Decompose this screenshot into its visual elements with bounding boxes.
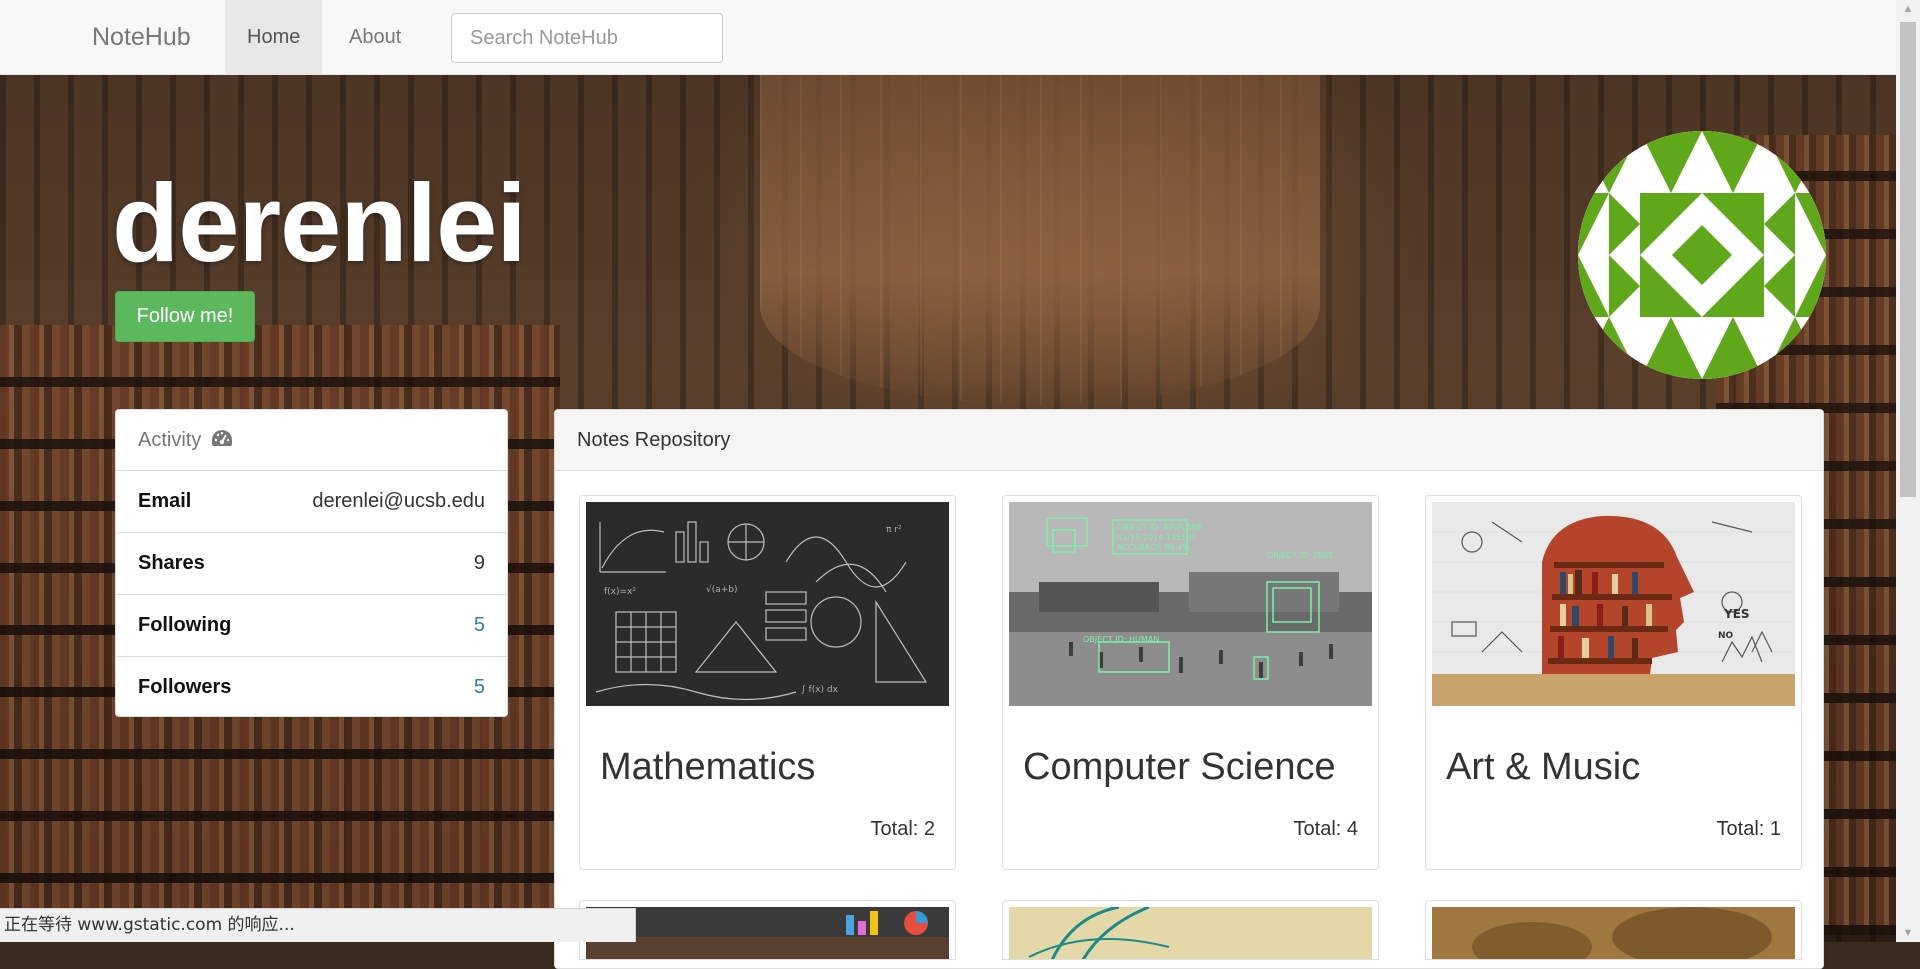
- dashboard-icon: [211, 411, 233, 471]
- activity-row-email: Email derenlei@ucsb.edu: [116, 471, 507, 533]
- bookshelf-head-image: YES NO: [1432, 502, 1795, 706]
- card-title-art-music: Art & Music: [1446, 746, 1641, 788]
- svg-text:01/15/2014 135107: 01/15/2014 135107: [1117, 533, 1196, 542]
- svg-text:OBJECT ID: HUMAN: OBJECT ID: HUMAN: [1083, 635, 1159, 644]
- svg-text:f(x)=x²: f(x)=x²: [604, 587, 636, 597]
- page-scrollbar[interactable]: ▲ ▼: [1896, 0, 1920, 942]
- note-card-art-music[interactable]: YES NO Art & Music Total: 1: [1425, 495, 1802, 870]
- svg-text:π r²: π r²: [886, 525, 902, 535]
- note-thumbnail-image: [586, 907, 949, 959]
- profile-username: derenlei: [112, 162, 527, 285]
- note-card-computer-science[interactable]: OBJECT ID: AIRPLANE 01/15/2014 135107 AC…: [1002, 495, 1379, 870]
- following-label: Following: [138, 614, 232, 636]
- svg-text:√(a+b): √(a+b): [706, 584, 738, 595]
- scroll-thumb[interactable]: [1900, 22, 1916, 497]
- card-total-mathematics: Total: 2: [870, 818, 935, 840]
- svg-text:OBJECT ID: TREE: OBJECT ID: TREE: [1267, 551, 1334, 560]
- follow-button[interactable]: Follow me!: [115, 291, 255, 342]
- shares-value: 9: [473, 552, 485, 574]
- svg-text:YES: YES: [1723, 607, 1750, 621]
- scroll-down-arrow-icon[interactable]: ▼: [1896, 924, 1920, 942]
- svg-text:∫ f(x) dx: ∫ f(x) dx: [801, 685, 839, 695]
- card-total-art-music: Total: 1: [1716, 818, 1781, 840]
- scroll-up-arrow-icon[interactable]: ▲: [1896, 0, 1920, 18]
- following-count-link[interactable]: 5: [474, 595, 485, 656]
- chalkboard-math-image: f(x)=x² ∫ f(x) dx √(a+b) π r²: [586, 502, 949, 706]
- svg-text:OBJECT ID: AIRPLANE: OBJECT ID: AIRPLANE: [1117, 523, 1202, 532]
- notes-repository-panel: Notes Repository f(x)=x² ∫ f(x) dx √(a+b…: [554, 409, 1824, 969]
- activity-heading: Activity: [116, 410, 507, 471]
- identicon-icon: [1578, 131, 1826, 379]
- nav-home[interactable]: Home: [225, 0, 323, 74]
- note-card-row2-3[interactable]: [1425, 900, 1802, 960]
- shares-label: Shares: [138, 552, 205, 574]
- search-input[interactable]: [451, 13, 723, 63]
- svg-text:NO: NO: [1718, 631, 1734, 641]
- browser-status-bar: 正在等待 www.gstatic.com 的响应...: [0, 908, 636, 942]
- object-detection-image: OBJECT ID: AIRPLANE 01/15/2014 135107 AC…: [1009, 502, 1372, 706]
- followers-count-link[interactable]: 5: [474, 657, 485, 718]
- brand-logo-link[interactable]: NoteHub: [92, 0, 191, 74]
- activity-row-following: Following 5: [116, 595, 507, 657]
- card-title-computer-science: Computer Science: [1023, 746, 1336, 788]
- activity-row-shares: Shares 9: [116, 533, 507, 595]
- activity-title: Activity: [138, 429, 202, 451]
- followers-label: Followers: [138, 676, 232, 698]
- identicon-avatar: [1578, 131, 1826, 379]
- note-card-mathematics[interactable]: f(x)=x² ∫ f(x) dx √(a+b) π r² Mathematics T…: [579, 495, 956, 870]
- library-vault-ceiling: [760, 75, 1320, 405]
- top-navbar: NoteHub Home About: [0, 0, 1896, 75]
- activity-panel: Activity Email derenlei@ucsb.edu Shares …: [115, 409, 508, 717]
- note-card-row2-2[interactable]: [1002, 900, 1379, 960]
- card-title-mathematics: Mathematics: [600, 746, 816, 788]
- email-label: Email: [138, 490, 192, 512]
- card-total-computer-science: Total: 4: [1293, 818, 1358, 840]
- activity-row-followers: Followers 5: [116, 657, 507, 718]
- note-thumbnail-image: [1432, 907, 1795, 959]
- nav-about[interactable]: About: [327, 0, 423, 74]
- svg-text:ACCURACY: 99.4%: ACCURACY: 99.4%: [1117, 543, 1190, 552]
- email-value: derenlei@ucsb.edu: [312, 490, 485, 512]
- notes-heading: Notes Repository: [555, 410, 1823, 471]
- note-thumbnail-image: [1009, 905, 1372, 959]
